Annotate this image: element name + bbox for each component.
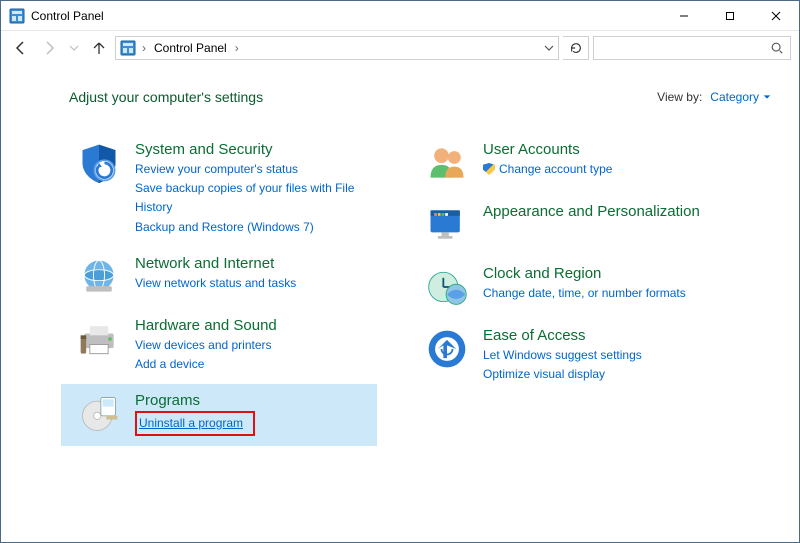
category-title[interactable]: Programs xyxy=(135,392,255,409)
globe-icon[interactable] xyxy=(77,255,121,299)
category-column-right: User Accounts Change account type Appear… xyxy=(417,133,725,446)
category-title[interactable]: Appearance and Personalization xyxy=(483,203,700,220)
category-appearance: Appearance and Personalization xyxy=(417,195,725,257)
category-column-left: System and Security Review your computer… xyxy=(69,133,377,446)
back-button[interactable] xyxy=(9,36,33,60)
people-icon[interactable] xyxy=(425,141,469,185)
category-network-internet: Network and Internet View network status… xyxy=(69,247,377,309)
window-controls xyxy=(661,1,799,30)
refresh-button[interactable] xyxy=(563,36,589,60)
maximize-button[interactable] xyxy=(707,1,753,30)
link-file-history[interactable]: Save backup copies of your files with Fi… xyxy=(135,179,361,217)
category-title[interactable]: Network and Internet xyxy=(135,255,304,272)
link-suggest-settings[interactable]: Let Windows suggest settings xyxy=(483,346,642,365)
category-hardware-sound: Hardware and Sound View devices and prin… xyxy=(69,309,377,384)
shield-icon[interactable] xyxy=(77,141,121,185)
chevron-right-icon[interactable]: › xyxy=(140,41,148,55)
up-button[interactable] xyxy=(87,36,111,60)
forward-button[interactable] xyxy=(37,36,61,60)
view-by-value: Category xyxy=(710,90,759,104)
titlebar: Control Panel xyxy=(1,1,799,31)
link-uninstall-program[interactable]: Uninstall a program xyxy=(139,414,243,433)
view-by-label: View by: xyxy=(657,90,702,104)
control-panel-icon xyxy=(9,8,25,24)
category-user-accounts: User Accounts Change account type xyxy=(417,133,725,195)
breadcrumb-root[interactable]: Control Panel xyxy=(152,41,229,55)
category-title[interactable]: Hardware and Sound xyxy=(135,317,280,334)
address-dropdown-button[interactable] xyxy=(544,43,554,53)
search-input[interactable] xyxy=(593,36,791,60)
category-programs: Programs Uninstall a program xyxy=(61,384,377,446)
category-ease-of-access: Ease of Access Let Windows suggest setti… xyxy=(417,319,725,394)
link-backup-restore[interactable]: Backup and Restore (Windows 7) xyxy=(135,218,314,237)
disc-icon[interactable] xyxy=(77,392,121,436)
category-system-security: System and Security Review your computer… xyxy=(69,133,377,247)
category-title[interactable]: User Accounts xyxy=(483,141,620,158)
search-icon xyxy=(770,41,784,55)
page-title: Adjust your computer's settings xyxy=(69,89,263,105)
link-optimize-display[interactable]: Optimize visual display xyxy=(483,365,605,384)
navigation-bar: › Control Panel › xyxy=(1,31,799,65)
content-area: Adjust your computer's settings View by:… xyxy=(1,65,799,542)
minimize-button[interactable] xyxy=(661,1,707,30)
printer-icon[interactable] xyxy=(77,317,121,361)
monitor-icon[interactable] xyxy=(425,203,469,247)
view-by-dropdown[interactable]: Category xyxy=(710,90,771,104)
link-review-status[interactable]: Review your computer's status xyxy=(135,160,298,179)
view-by: View by: Category xyxy=(657,90,771,104)
link-change-date-time[interactable]: Change date, time, or number formats xyxy=(483,284,686,303)
control-panel-icon xyxy=(120,40,136,56)
category-title[interactable]: Ease of Access xyxy=(483,327,650,344)
chevron-right-icon[interactable]: › xyxy=(233,41,241,55)
category-title[interactable]: Clock and Region xyxy=(483,265,694,282)
recent-locations-button[interactable] xyxy=(65,36,83,60)
link-network-status[interactable]: View network status and tasks xyxy=(135,274,296,293)
close-button[interactable] xyxy=(753,1,799,30)
category-clock-region: Clock and Region Change date, time, or n… xyxy=(417,257,725,319)
link-add-device[interactable]: Add a device xyxy=(135,355,204,374)
highlight-box: Uninstall a program xyxy=(135,411,255,436)
category-title[interactable]: System and Security xyxy=(135,141,369,158)
clock-icon[interactable] xyxy=(425,265,469,309)
link-view-devices[interactable]: View devices and printers xyxy=(135,336,272,355)
ease-of-access-icon[interactable] xyxy=(425,327,469,371)
caret-down-icon xyxy=(763,93,771,101)
address-bar[interactable]: › Control Panel › xyxy=(115,36,559,60)
window-title: Control Panel xyxy=(31,9,104,23)
link-change-account-type[interactable]: Change account type xyxy=(483,160,612,179)
